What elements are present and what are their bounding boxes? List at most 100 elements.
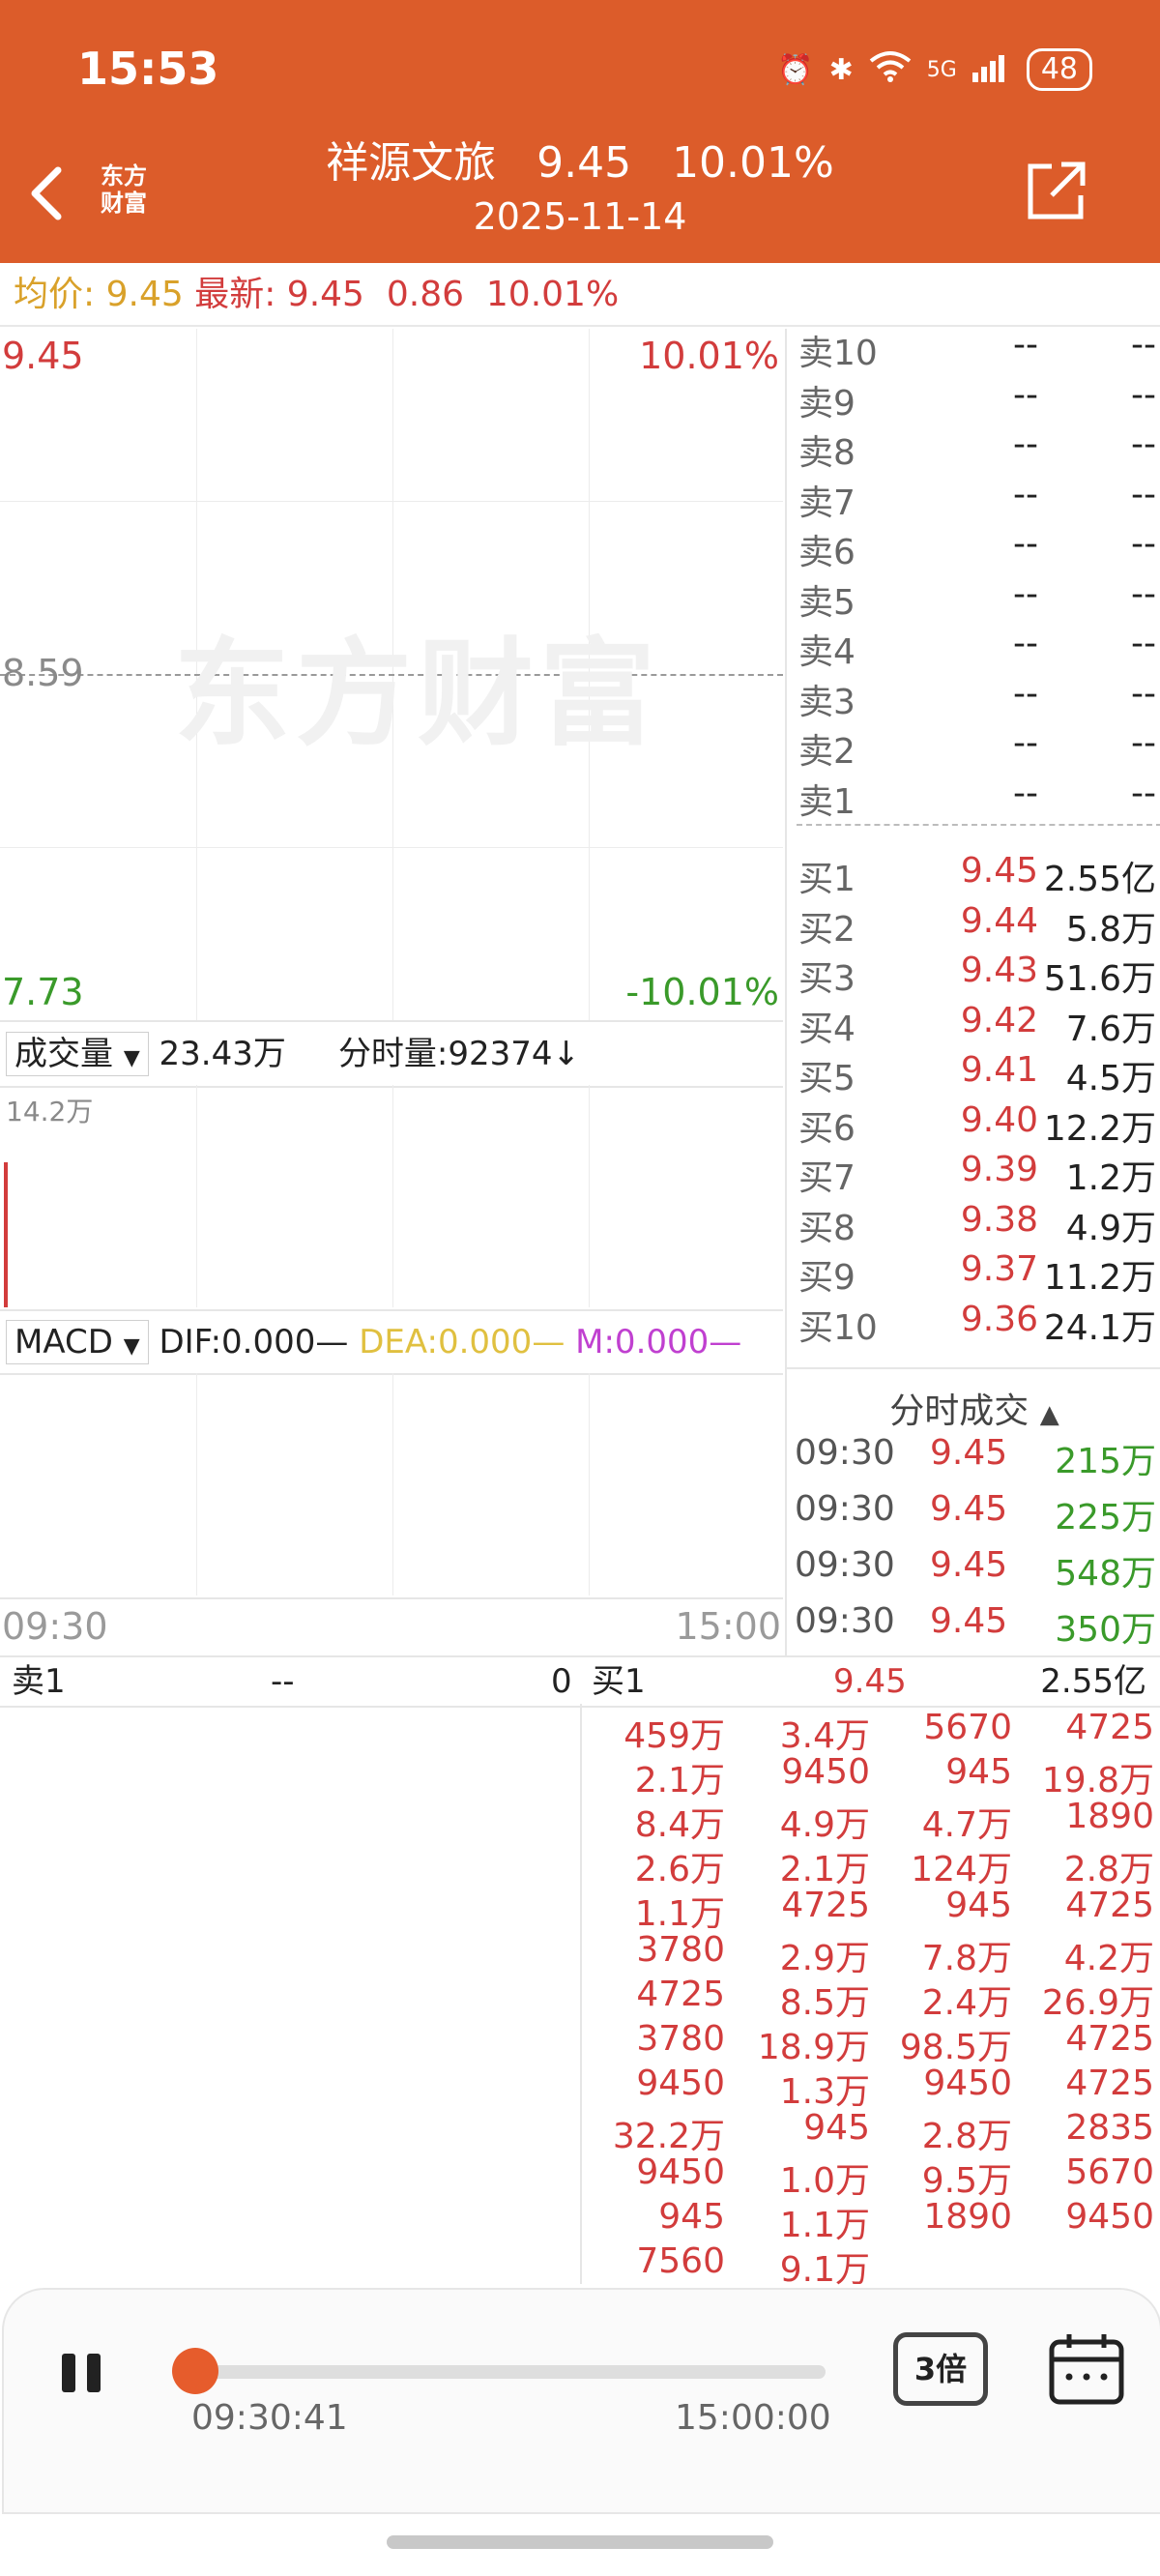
queue-order-cell: 2835 [1065, 2108, 1154, 2148]
macd-header: MACD ▼ DIF:0.000— DEA:0.000— M:0.000— [0, 1309, 783, 1375]
queue-order-cell: 945 [945, 1752, 1012, 1792]
ask-row[interactable]: 卖9 -- -- [793, 375, 1160, 425]
battery-icon: 48 [1026, 48, 1092, 91]
bid-row[interactable]: 买7 9.39 1.2万 [793, 1150, 1160, 1200]
macd-dea: DEA:0.000— [359, 1323, 566, 1361]
status-time: 15:53 [77, 43, 219, 95]
queue-order-cell: 5670 [1065, 2152, 1154, 2192]
order-book[interactable]: 卖10 -- -- 卖9 -- -- 卖8 -- -- 卖7 -- -- 卖6 -- -- 卖5 -- -- 卖4 -… [785, 329, 1160, 1367]
ask-volume: -- [1131, 773, 1156, 813]
ask-row[interactable]: 卖6 -- -- [793, 524, 1160, 574]
tick-price: 9.45 [930, 1545, 1008, 1585]
tick-trade-row: 09:30 9.45 225万 [795, 1489, 1160, 1545]
bid-level-label: 买3 [798, 959, 856, 999]
bid-row[interactable]: 买8 9.38 4.9万 [793, 1200, 1160, 1250]
ask-level-label: 卖2 [798, 732, 856, 772]
bid-price: 9.42 [960, 1000, 1038, 1040]
queue-order-cell: 2.8万 [1063, 1850, 1154, 1889]
ask-price: -- [1013, 624, 1038, 663]
tick-trade-row: 09:30 9.45 350万 [795, 1601, 1160, 1657]
queue-order-cell: 32.2万 [612, 2117, 725, 2156]
queue-order-cell: 4725 [1065, 2064, 1154, 2103]
tick-trades-title[interactable]: 分时成交 ▲ [787, 1383, 1160, 1433]
tick-time: 09:30 [795, 1545, 895, 1585]
replay-player: 09:30:41 15:00:00 3倍 [2, 2288, 1160, 2514]
dropdown-arrow-icon: ▼ [123, 1334, 140, 1359]
calendar-icon[interactable] [1048, 2332, 1125, 2406]
volume-indicator-select[interactable]: 成交量 ▼ [6, 1032, 149, 1076]
time-axis: 09:30 15:00 [0, 1597, 783, 1657]
ask-row[interactable]: 卖4 -- -- [793, 624, 1160, 674]
ask-row[interactable]: 卖2 -- -- [793, 723, 1160, 774]
ask-price: -- [1013, 474, 1038, 514]
ask-volume: -- [1131, 474, 1156, 514]
bid-volume: 1.2万 [1065, 1158, 1156, 1198]
ask-price: -- [1013, 374, 1038, 415]
bid-row[interactable]: 买9 9.37 11.2万 [793, 1249, 1160, 1300]
bid-row[interactable]: 买4 9.42 7.6万 [793, 1001, 1160, 1051]
bid-row[interactable]: 买1 9.45 2.55亿 [793, 851, 1160, 901]
progress-track[interactable] [188, 2365, 826, 2379]
bid-row[interactable]: 买2 9.44 5.8万 [793, 901, 1160, 951]
ask-price: -- [1013, 573, 1038, 614]
stock-change-pct: 10.01% [672, 138, 834, 188]
stock-price: 9.45 [536, 138, 632, 188]
queue-order-cell: 26.9万 [1041, 1983, 1154, 2023]
ask-row[interactable]: 卖7 -- -- [793, 475, 1160, 525]
ask-level-label: 卖6 [798, 533, 856, 572]
bid-row[interactable]: 买10 9.36 24.1万 [793, 1300, 1160, 1350]
bid-row[interactable]: 买3 9.43 51.6万 [793, 951, 1160, 1001]
queue-order-cell: 4725 [1065, 1708, 1154, 1747]
top-price-label: 9.45 [2, 335, 84, 377]
queue-order-cell: 1.1万 [779, 2206, 870, 2245]
queue-order-cell: 4.9万 [779, 1805, 870, 1845]
order-queue-header: 卖1 -- 0 买1 9.45 2.55亿 [0, 1655, 1160, 1708]
ask-row[interactable]: 卖3 -- -- [793, 674, 1160, 724]
bid-price: 9.36 [960, 1299, 1038, 1339]
intraday-price-chart[interactable]: 东方财富 9.45 10.01% 8.59 7.73 -10.01% [0, 329, 783, 1020]
ask-row[interactable]: 卖8 -- -- [793, 424, 1160, 475]
grid-line [196, 1373, 197, 1595]
home-indicator[interactable] [387, 2535, 773, 2549]
queue-sell-count: 0 [551, 1662, 572, 1701]
ask-price: -- [1013, 723, 1038, 763]
queue-buy-price: 9.45 [833, 1662, 907, 1701]
queue-order-cell: 8.4万 [634, 1805, 725, 1845]
volume-chart[interactable]: 14.2万 [0, 1085, 783, 1307]
share-icon[interactable] [1023, 159, 1088, 224]
macd-indicator-select[interactable]: MACD ▼ [6, 1320, 149, 1364]
ask-row[interactable]: 卖10 -- -- [793, 329, 1160, 375]
queue-order-cell: 4725 [636, 1975, 725, 2014]
queue-order-cell: 4725 [1065, 2019, 1154, 2059]
queue-order-cell: 1.3万 [779, 2072, 870, 2112]
bid-row[interactable]: 买5 9.41 4.5万 [793, 1050, 1160, 1100]
tick-trades-panel[interactable]: 分时成交 ▲ 09:30 9.45 215万 09:30 9.45 225万 09:30 9.… [785, 1367, 1160, 1657]
pause-button[interactable] [58, 2350, 104, 2396]
ask-price: -- [1013, 673, 1038, 714]
queue-order-cell: 9450 [923, 2064, 1012, 2103]
macd-chart[interactable] [0, 1373, 783, 1595]
ask-row[interactable]: 卖5 -- -- [793, 574, 1160, 625]
end-time: 15:00:00 [675, 2398, 831, 2438]
bid-price: 9.39 [960, 1150, 1038, 1189]
ask-row[interactable]: 卖1 -- -- [793, 774, 1160, 824]
progress-slider-thumb[interactable] [172, 2348, 218, 2394]
grid-line [196, 1085, 197, 1307]
ask-volume: -- [1131, 624, 1156, 663]
bid-level-label: 买2 [798, 909, 856, 950]
queue-order-cell: 2.4万 [921, 1983, 1012, 2023]
bid-price: 9.43 [960, 951, 1038, 990]
latest-value: 9.45 [286, 275, 364, 314]
bid-level-label: 买1 [798, 860, 856, 899]
volume-header: 成交量 ▼ 23.43万 分时量:92374↓ [0, 1020, 783, 1088]
tick-price: 9.45 [930, 1489, 1008, 1529]
bid-price: 9.45 [960, 851, 1038, 891]
tick-amount: 215万 [1055, 1442, 1156, 1481]
speed-button[interactable]: 3倍 [893, 2332, 988, 2406]
queue-order-cell: 5670 [923, 1708, 1012, 1747]
signal-icon [972, 49, 1011, 90]
tick-time: 09:30 [795, 1601, 895, 1641]
queue-order-cell: 9450 [636, 2064, 725, 2103]
bluetooth-icon: ✱ [828, 52, 854, 87]
bid-row[interactable]: 买6 9.40 12.2万 [793, 1100, 1160, 1151]
